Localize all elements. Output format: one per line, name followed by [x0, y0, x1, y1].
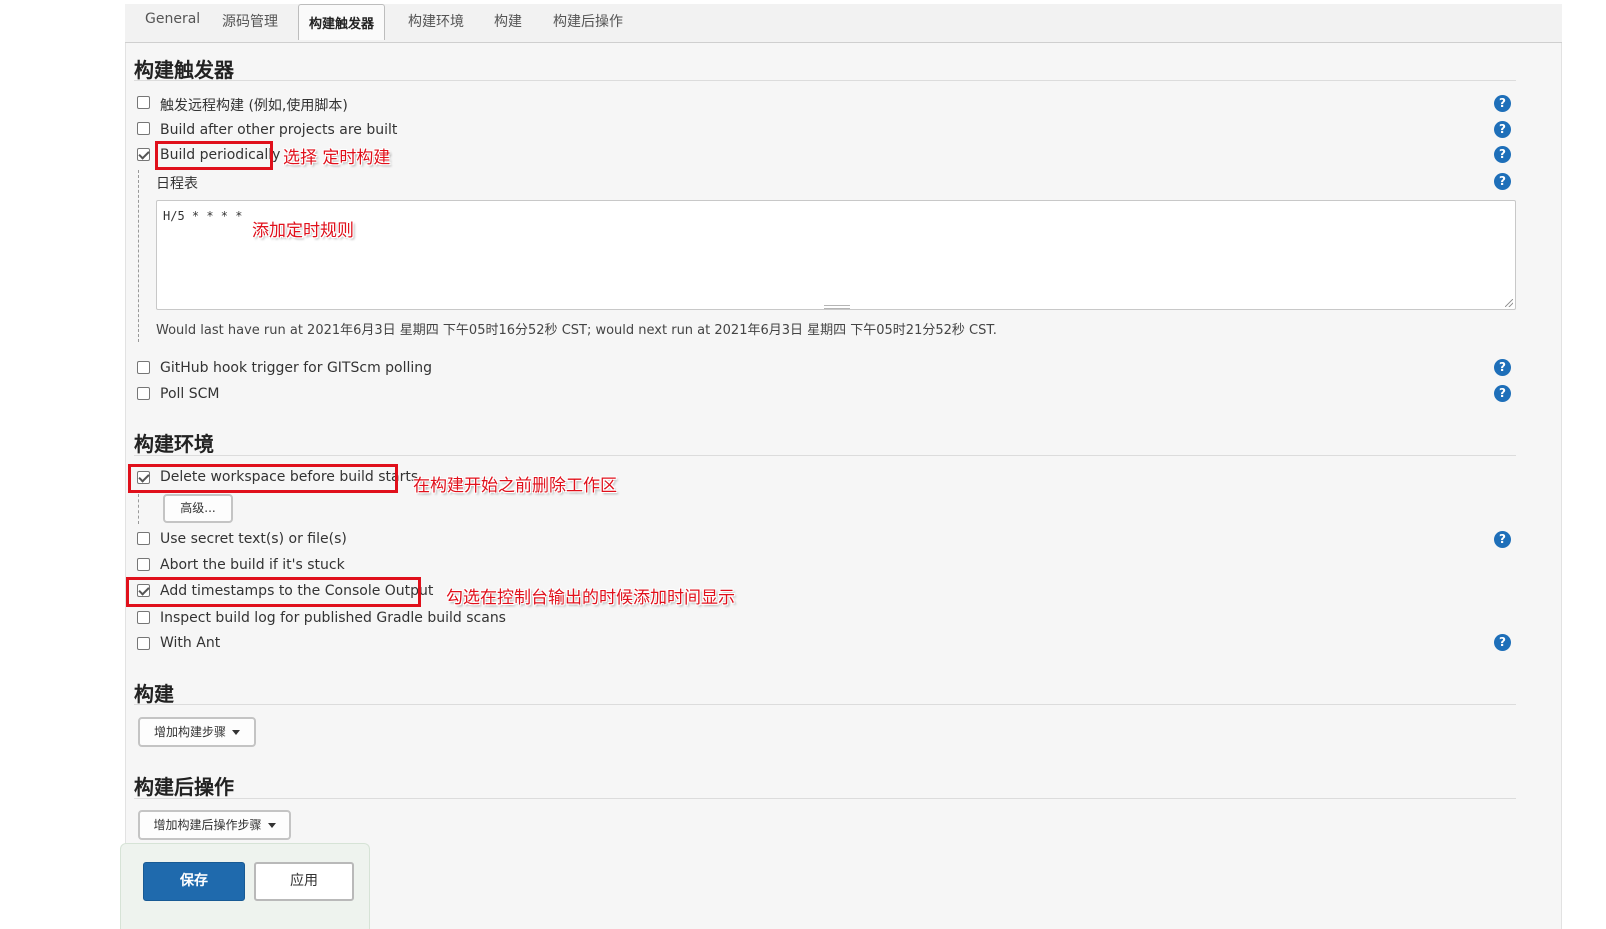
section-title-build: 构建 — [134, 682, 174, 706]
highlight-box-delete-workspace — [128, 464, 398, 493]
apply-button[interactable]: 应用 — [254, 862, 354, 901]
env-with-ant-label: With Ant — [160, 635, 221, 651]
env-with-ant-checkbox[interactable] — [137, 637, 150, 650]
help-icon[interactable]: ? — [1494, 634, 1511, 651]
tab-build-triggers[interactable]: 构建触发器 — [298, 4, 386, 40]
annotation-select-periodic: 选择 定时构建 — [283, 148, 391, 168]
trigger-poll-scm-checkbox[interactable] — [137, 387, 150, 400]
trigger-periodic-checkbox[interactable] — [137, 148, 150, 161]
advanced-button[interactable]: 高级... — [163, 494, 233, 523]
add-build-step-label: 增加构建步骤 — [153, 725, 226, 739]
chevron-down-icon — [232, 730, 240, 735]
help-icon[interactable]: ? — [1494, 121, 1511, 138]
env-secret-label: Use secret text(s) or file(s) — [160, 531, 347, 547]
tab-build-environment[interactable]: 构建环境 — [408, 11, 464, 31]
section-title-post-build: 构建后操作 — [134, 775, 234, 799]
trigger-poll-scm-label: Poll SCM — [160, 386, 220, 402]
tab-source-code[interactable]: 源码管理 — [222, 11, 278, 31]
schedule-info: Would last have run at 2021年6月3日 星期四 下午0… — [156, 323, 997, 338]
schedule-label: 日程表 — [156, 176, 198, 192]
trigger-github-hook-label: GitHub hook trigger for GITScm polling — [160, 360, 433, 376]
section-divider — [134, 80, 1516, 81]
trigger-remote-label: 触发远程构建 (例如,使用脚本) — [160, 98, 348, 114]
annotation-delete-workspace: 在构建开始之前删除工作区 — [413, 476, 617, 496]
env-gradle-scans-label: Inspect build log for published Gradle b… — [160, 610, 506, 626]
annotation-timestamps: 勾选在控制台输出的时候添加时间显示 — [446, 588, 735, 608]
tab-post-build[interactable]: 构建后操作 — [553, 11, 623, 31]
add-post-build-step-button[interactable]: 增加构建后操作步骤 — [138, 810, 291, 840]
textarea-corner-grip[interactable] — [1505, 299, 1513, 307]
highlight-box-periodic — [155, 141, 273, 170]
annotation-add-rule: 添加定时规则 — [252, 221, 354, 241]
env-abort-stuck-label: Abort the build if it's stuck — [160, 557, 345, 573]
schedule-textarea[interactable]: H/5 * * * * — [156, 200, 1516, 310]
help-icon[interactable]: ? — [1494, 531, 1511, 548]
section-divider — [134, 455, 1516, 456]
add-build-step-button[interactable]: 增加构建步骤 — [138, 717, 256, 747]
save-button[interactable]: 保存 — [143, 862, 245, 901]
help-icon[interactable]: ? — [1494, 359, 1511, 376]
trigger-after-projects-checkbox[interactable] — [137, 122, 150, 135]
trigger-after-projects-label: Build after other projects are built — [160, 122, 398, 138]
section-divider — [134, 798, 1516, 799]
section-title-environment: 构建环境 — [134, 432, 214, 456]
highlight-box-timestamps — [126, 577, 421, 607]
add-post-build-step-label: 增加构建后操作步骤 — [153, 818, 262, 832]
tab-general[interactable]: General — [145, 11, 200, 27]
textarea-resize-handle[interactable] — [824, 305, 850, 309]
trigger-github-hook-checkbox[interactable] — [137, 361, 150, 374]
nested-indent-line — [138, 494, 139, 524]
help-icon[interactable]: ? — [1494, 146, 1511, 163]
section-title-triggers: 构建触发器 — [134, 58, 234, 82]
env-abort-stuck-checkbox[interactable] — [137, 558, 150, 571]
env-gradle-scans-checkbox[interactable] — [137, 611, 150, 624]
nested-indent-line — [138, 170, 139, 342]
help-icon[interactable]: ? — [1494, 173, 1511, 190]
tab-build[interactable]: 构建 — [494, 11, 522, 31]
help-icon[interactable]: ? — [1494, 385, 1511, 402]
trigger-remote-checkbox[interactable] — [137, 96, 150, 109]
chevron-down-icon — [267, 823, 276, 828]
env-secret-checkbox[interactable] — [137, 532, 150, 545]
section-divider — [134, 704, 1516, 705]
help-icon[interactable]: ? — [1494, 95, 1511, 112]
